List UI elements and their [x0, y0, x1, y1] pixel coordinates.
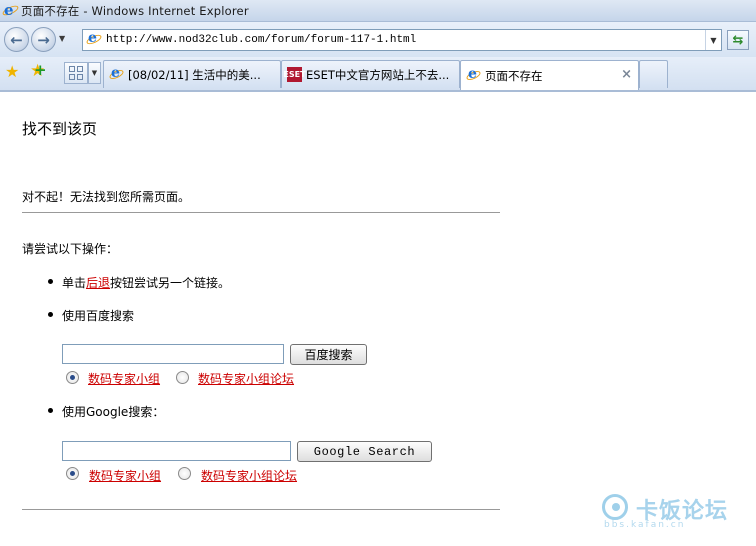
title-bar: e 页面不存在 - Windows Internet Explorer	[0, 0, 756, 22]
tab-2[interactable]: ESET ESET中文官方网站上不去...	[281, 60, 460, 88]
try-label: 请尝试以下操作：	[22, 242, 119, 256]
add-favorite-icon[interactable]: ★ +	[30, 61, 47, 81]
baidu-option1-link[interactable]: 数码专家小组	[88, 370, 160, 387]
back-button[interactable]: ←	[4, 27, 29, 52]
tab-list-dropdown-icon[interactable]: ▼	[88, 62, 101, 84]
address-dropdown-icon[interactable]: ▼	[705, 30, 721, 50]
favorites-star-icon[interactable]: ★	[5, 62, 19, 81]
tab-bar: ★ ★ + ▼ e [08/02/11] 生活中的美... ESET ESET中文…	[0, 57, 756, 91]
divider	[22, 509, 500, 510]
recent-pages-dropdown-icon[interactable]: ▼	[59, 34, 65, 43]
tab-label: [08/02/11] 生活中的美...	[128, 67, 261, 82]
google-option1-link[interactable]: 数码专家小组	[89, 467, 161, 484]
ie-logo-icon: e	[1, 1, 20, 19]
google-radio-option1[interactable]	[66, 467, 79, 480]
bullet1-prefix: 单击	[62, 276, 87, 290]
kafan-logo-icon	[602, 494, 628, 520]
list-item-back: 单击后退按钮尝试另一个链接。	[48, 274, 230, 291]
navigation-toolbar: ← → ▼ e http://www.nod32club.com/forum/f…	[0, 22, 756, 57]
list-item-baidu: 使用百度搜索	[48, 307, 134, 324]
tab-ie-icon: e	[465, 66, 482, 83]
refresh-button[interactable]: ⇆	[727, 30, 749, 50]
google-search-button[interactable]: Google Search	[297, 441, 432, 462]
page-ie-icon: e	[85, 30, 103, 48]
tab-3-active[interactable]: e 页面不存在 ×	[460, 60, 639, 90]
forward-button[interactable]: →	[31, 27, 56, 52]
google-radio-option2[interactable]	[178, 467, 191, 480]
back-arrow-icon: ←	[10, 30, 23, 49]
baidu-option2-link[interactable]: 数码专家小组论坛	[198, 370, 294, 387]
page-content: 找不到该页 对不起！无法找到您所需页面。 请尝试以下操作： 单击后退按钮尝试另一…	[0, 92, 756, 546]
refresh-icon: ⇆	[732, 32, 744, 48]
address-url[interactable]: http://www.nod32club.com/forum/forum-117…	[106, 34, 705, 46]
watermark-subtext: bbs.kafan.cn	[604, 520, 686, 530]
baidu-radio-option2[interactable]	[176, 371, 189, 384]
back-link[interactable]: 后退	[86, 276, 110, 290]
list-item-google: 使用Google搜索：	[48, 403, 164, 420]
apology-text: 对不起！无法找到您所需页面。	[22, 190, 191, 204]
google-option2-link[interactable]: 数码专家小组论坛	[201, 467, 297, 484]
address-bar[interactable]: e http://www.nod32club.com/forum/forum-1…	[82, 29, 722, 51]
quick-tabs-button[interactable]	[64, 62, 88, 84]
new-tab-button[interactable]	[639, 60, 668, 88]
google-search-input[interactable]	[62, 441, 291, 461]
tab-label: ESET中文官方网站上不去...	[306, 67, 450, 82]
bullet1-suffix: 按钮尝试另一个链接。	[110, 276, 231, 290]
baidu-label: 使用百度搜索	[62, 309, 135, 323]
baidu-radio-option1[interactable]	[66, 371, 79, 384]
kafan-watermark: 卡饭论坛 bbs.kafan.cn	[598, 492, 748, 532]
baidu-search-button[interactable]: 百度搜索	[290, 344, 367, 365]
window-title: 页面不存在 - Windows Internet Explorer	[21, 3, 249, 18]
google-label: 使用Google搜索：	[62, 405, 165, 419]
tab-label: 页面不存在	[485, 68, 543, 83]
baidu-search-input[interactable]	[62, 344, 284, 364]
tab-1[interactable]: e [08/02/11] 生活中的美...	[103, 60, 281, 88]
close-tab-icon[interactable]: ×	[621, 67, 632, 82]
page-title: 找不到该页	[22, 120, 98, 138]
divider	[22, 212, 500, 213]
eset-favicon-icon: ESET	[283, 67, 306, 82]
forward-arrow-icon: →	[37, 30, 50, 49]
tab-ie-icon: e	[108, 65, 125, 82]
